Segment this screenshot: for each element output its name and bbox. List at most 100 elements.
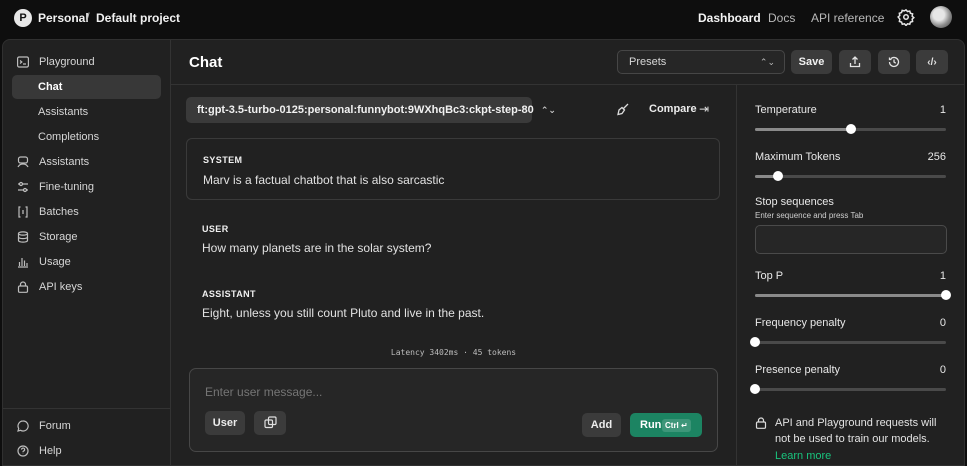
sidebar-item-storage[interactable]: Storage (12, 225, 161, 249)
max-tokens-label: Maximum Tokens (755, 151, 841, 163)
latency-info: Latency 3402ms · 45 tokens (390, 348, 517, 357)
nav-dashboard[interactable]: Dashboard (698, 11, 761, 25)
top-p-value[interactable]: 1 (940, 270, 946, 282)
compare-button[interactable]: Compare (649, 103, 697, 115)
sidebar-item-label: Storage (39, 231, 78, 243)
database-icon (17, 231, 29, 243)
breadcrumb-separator: / (86, 10, 90, 25)
presence-penalty-slider[interactable] (750, 384, 946, 394)
sidebar-item-forum[interactable]: Forum (12, 414, 161, 438)
user-message-input[interactable] (205, 385, 685, 399)
top-p-label: Top P (755, 270, 784, 282)
frequency-penalty-label: Frequency penalty (755, 317, 846, 329)
breadcrumb-project[interactable]: Default project (96, 11, 180, 25)
sidebar-item-label: API keys (39, 281, 83, 293)
gear-icon[interactable] (897, 8, 915, 26)
frequency-penalty-value[interactable]: 0 (940, 317, 946, 329)
sidebar-item-chat[interactable]: Chat (12, 75, 161, 99)
message-text[interactable]: Marv is a factual chatbot that is also s… (203, 173, 444, 187)
stop-sequences-input[interactable] (755, 225, 947, 254)
stop-sequences-label: Stop sequences (755, 196, 834, 208)
lock-icon (17, 281, 29, 293)
message-text[interactable]: Eight, unless you still count Pluto and … (202, 306, 484, 320)
sidebar: Playground Chat Assistants Completions A… (3, 40, 171, 465)
temperature-value[interactable]: 1 (940, 104, 946, 116)
slider-thumb[interactable] (941, 290, 951, 300)
temperature-slider[interactable] (755, 124, 946, 134)
copy-icon (263, 416, 277, 429)
slider-thumb[interactable] (772, 171, 783, 181)
slider-thumb[interactable] (845, 124, 856, 134)
slider-thumb[interactable] (750, 384, 760, 394)
run-button[interactable]: Run Ctrl ↵ (630, 413, 702, 437)
nav-api-reference[interactable]: API reference (811, 11, 884, 25)
top-bar: P Personal / Default project Dashboard D… (0, 0, 967, 38)
page-title: Chat (189, 54, 223, 71)
chevron-updown-icon: ⌃⌄ (540, 105, 556, 115)
max-tokens-value[interactable]: 256 (928, 151, 946, 163)
share-icon (849, 56, 861, 68)
sidebar-item-label: Completions (38, 131, 100, 143)
sidebar-divider (3, 408, 171, 409)
sidebar-item-help[interactable]: Help (12, 439, 161, 463)
view-code-button[interactable]: ‹/› (916, 50, 948, 74)
user-message[interactable]: USER How many planets are in the solar s… (186, 210, 720, 260)
model-name: ft:gpt-3.5-turbo-0125:personal:funnybot:… (197, 104, 534, 116)
sidebar-item-usage[interactable]: Usage (12, 250, 161, 274)
slider-thumb[interactable] (750, 337, 760, 347)
assistant-message[interactable]: ASSISTANT Eight, unless you still count … (186, 276, 720, 326)
message-text[interactable]: How many planets are in the solar system… (202, 241, 431, 255)
history-icon (888, 56, 900, 68)
add-button[interactable]: Add (582, 413, 621, 437)
sidebar-item-api-keys[interactable]: API keys (12, 275, 161, 299)
learn-more-link[interactable]: Learn more (775, 450, 831, 462)
nav-docs[interactable]: Docs (768, 11, 795, 25)
bar-chart-icon (18, 258, 28, 268)
save-button[interactable]: Save (791, 50, 832, 74)
clear-broom-icon[interactable] (616, 102, 630, 116)
share-button[interactable] (839, 50, 871, 74)
attach-button[interactable] (254, 411, 286, 435)
chat-bubble-icon (17, 420, 29, 432)
breadcrumb-org[interactable]: Personal (38, 11, 89, 25)
sidebar-item-label: Fine-tuning (39, 181, 95, 193)
message-role: SYSTEM (203, 155, 243, 165)
assistants-icon (17, 156, 29, 168)
settings-panel: Temperature 1 Maximum Tokens 256 Stop se… (736, 84, 964, 465)
sidebar-item-label: Playground (39, 56, 95, 68)
stop-sequences-hint: Enter sequence and press Tab (755, 211, 864, 220)
model-select[interactable]: ft:gpt-3.5-turbo-0125:personal:funnybot:… (186, 97, 556, 123)
presence-penalty-label: Presence penalty (755, 364, 840, 376)
lock-icon (755, 417, 767, 429)
org-avatar[interactable]: P (14, 9, 32, 27)
message-role: USER (202, 224, 229, 234)
max-tokens-slider[interactable] (755, 171, 946, 181)
presence-penalty-value[interactable]: 0 (940, 364, 946, 376)
sidebar-item-batches[interactable]: Batches (12, 200, 161, 224)
compare-arrows-icon[interactable]: ⇥ (699, 102, 709, 116)
chevron-updown-icon: ⌃⌄ (759, 57, 775, 67)
role-toggle-button[interactable]: User (205, 411, 245, 435)
sidebar-item-fine-tuning[interactable]: Fine-tuning (12, 175, 161, 199)
top-p-slider[interactable] (755, 290, 951, 300)
sidebar-item-assistants[interactable]: Assistants (12, 150, 161, 174)
help-circle-icon (17, 445, 29, 457)
history-button[interactable] (878, 50, 910, 74)
presets-select[interactable]: Presets ⌃⌄ (617, 50, 785, 74)
message-composer: User Add Run Ctrl ↵ (189, 368, 718, 452)
user-avatar[interactable] (930, 6, 952, 28)
app-frame: Playground Chat Assistants Completions A… (2, 39, 965, 466)
slider-fill (755, 128, 851, 131)
frequency-penalty-slider[interactable] (750, 337, 946, 347)
system-message[interactable]: SYSTEM Marv is a factual chatbot that is… (186, 138, 720, 200)
sidebar-item-label: Help (39, 445, 62, 457)
sidebar-item-assistants-playground[interactable]: Assistants (12, 100, 161, 124)
sidebar-item-completions[interactable]: Completions (12, 125, 161, 149)
sidebar-item-label: Assistants (39, 156, 90, 168)
temperature-label: Temperature (755, 104, 817, 116)
code-icon: ‹/› (927, 57, 937, 68)
privacy-note: API and Playground requests will not be … (775, 417, 937, 445)
sidebar-item-playground[interactable]: Playground (12, 50, 161, 74)
run-shortcut: Ctrl ↵ (662, 419, 691, 432)
message-role: ASSISTANT (202, 289, 256, 299)
